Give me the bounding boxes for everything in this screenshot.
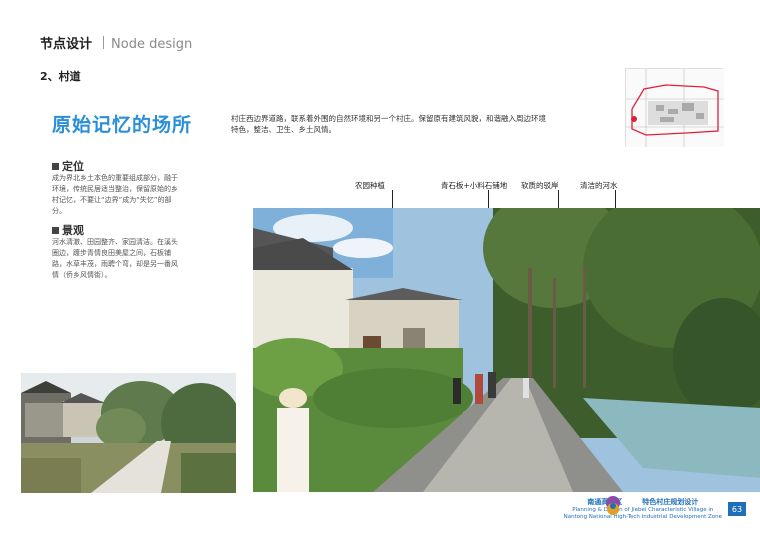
section-subtitle: 2、村道	[40, 70, 81, 83]
positioning-text: 成为界北乡土本色的重要组成部分，融于环境，传统民居适当整治，保留原始的乡村记忆，…	[52, 174, 178, 215]
callout-soft-bank: 软质的驳岸	[521, 181, 559, 190]
footer-en-line1: Planning & Design of Jiebei Characterist…	[572, 507, 714, 513]
callout-clean-water: 清洁的河水	[580, 181, 618, 190]
village-road-rendering-image	[253, 208, 760, 492]
existing-road-photo	[21, 373, 236, 493]
header-title-cn: 节点设计	[40, 37, 93, 52]
footer-en-line2: Nantong National High-Tech Industrial De…	[563, 514, 722, 520]
node-description: 村庄西边界道路，联系着外围的自然环境和另一个村庄。保留原有建筑风貌，和谐融入周边…	[231, 114, 546, 134]
landscape-text: 河水清澈、田园整齐、家园清洁。在溪头圈边，踱步青情良田美屋之间，石板铺路，水草丰…	[52, 238, 178, 279]
minimap-drawing	[626, 69, 724, 147]
callout-farm-planting: 农园种植	[355, 181, 385, 190]
landscape-heading-label: 景观	[62, 224, 84, 237]
page-number: 63	[728, 502, 746, 516]
positioning-heading-label: 定位	[62, 160, 84, 173]
header-title-en: Node design	[111, 37, 193, 52]
bullet-square-icon	[52, 226, 59, 234]
node-title: 原始记忆的场所	[52, 114, 193, 136]
location-minimap	[625, 68, 724, 147]
existing-road-photo-image	[21, 373, 236, 493]
page-footer: 南通高新区 特色村庄规划设计 Planning & Design of Jieb…	[564, 491, 746, 527]
village-road-rendering	[253, 208, 760, 492]
landscape-heading: 景观	[52, 222, 84, 238]
page-header: 节点设计 Node design	[40, 33, 192, 52]
positioning-heading: 定位	[52, 158, 84, 174]
footer-branding: 南通高新区 特色村庄规划设计 Planning & Design of Jieb…	[563, 496, 722, 521]
footer-org-row: 南通高新区 特色村庄规划设计	[564, 497, 722, 507]
bullet-square-icon	[52, 162, 59, 170]
callout-stone-paving: 青石板+小料石铺地	[441, 181, 508, 190]
header-divider	[103, 36, 105, 49]
footer-org-right: 特色村庄规划设计	[642, 498, 699, 506]
project-logo-icon	[605, 496, 620, 515]
